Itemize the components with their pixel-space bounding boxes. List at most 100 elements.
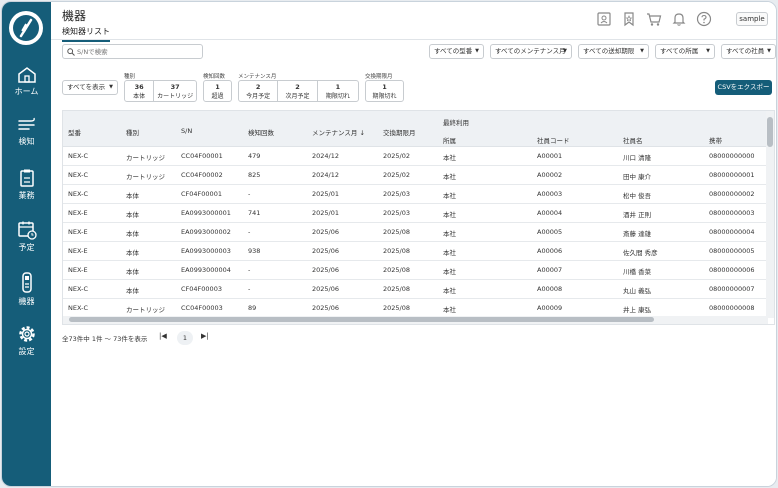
- filter-affiliation[interactable]: すべての所属 ▼: [655, 44, 715, 59]
- cell-employee-name: 田中 康介: [623, 173, 652, 181]
- cell-model: NEX-C: [68, 171, 88, 179]
- detection-icon: [17, 117, 35, 130]
- display-select[interactable]: すべてを表示 ▼: [62, 80, 118, 95]
- column-phone[interactable]: 携帯: [709, 135, 722, 145]
- filter-employee[interactable]: すべての社員 ▼: [721, 44, 776, 59]
- cell-serial: EA0993000004: [181, 266, 231, 274]
- column-employee-code[interactable]: 社員コード: [537, 135, 570, 145]
- cell-affiliation: 本社: [443, 192, 456, 200]
- sidebar-item-devices[interactable]: 機器: [2, 268, 51, 320]
- filter-model-label: すべての型番: [434, 47, 473, 55]
- cell-type: カートリッジ: [126, 173, 165, 181]
- table-row[interactable]: NEX-C カートリッジ CC04F00002 825 2024/12 2025/02 本社…: [63, 166, 768, 185]
- column-serial[interactable]: S/N: [181, 127, 192, 135]
- cell-employee-name: 川口 清隆: [623, 154, 652, 162]
- contact-card-icon[interactable]: [596, 11, 612, 27]
- type-cartridge-cell[interactable]: 37 カートリッジ: [154, 81, 196, 101]
- cell-label: 超過: [211, 93, 224, 100]
- cell-model: NEX-C: [68, 190, 88, 198]
- cell-affiliation: 本社: [443, 306, 456, 314]
- table-row[interactable]: NEX-C 本体 CF04F00003 - 2025/06 2025/08 本社 A00008…: [63, 280, 768, 299]
- scrollbar-thumb[interactable]: [767, 117, 773, 147]
- detect-exceeded-cell[interactable]: 1 超過: [204, 81, 231, 101]
- scrollbar-thumb[interactable]: [69, 317, 654, 322]
- cell-type: カートリッジ: [126, 306, 165, 314]
- sidebar-item-tasks[interactable]: 業務: [2, 164, 51, 216]
- table-row[interactable]: NEX-E 本体 EA0993000003 938 2025/06 2025/08 本社 A0…: [63, 242, 768, 261]
- column-type[interactable]: 種別: [126, 127, 139, 137]
- csv-export-button[interactable]: CSVをエクスポート: [715, 80, 772, 106]
- sidebar-item-label: 検知: [18, 137, 35, 146]
- column-employee-name[interactable]: 社員名: [623, 135, 643, 145]
- cell-label: 期限切れ: [325, 93, 350, 100]
- table-row[interactable]: NEX-C カートリッジ CC04F00001 479 2024/12 2025/02 本社…: [63, 147, 768, 166]
- bookmark-icon[interactable]: [621, 11, 637, 27]
- filter-model[interactable]: すべての型番 ▼: [429, 44, 484, 59]
- cell-model: NEX-C: [68, 152, 88, 160]
- cell-phone: 08000000005: [709, 247, 755, 255]
- caret-down-icon: ▼: [109, 84, 113, 90]
- table-row[interactable]: NEX-E 本体 EA0993000004 - 2025/06 2025/08 本社 A000…: [63, 261, 768, 280]
- user-menu-button[interactable]: sample: [736, 12, 768, 26]
- cell-type: 本体: [126, 249, 139, 257]
- detect-filter-group: 1 超過: [203, 80, 232, 102]
- cart-icon[interactable]: [646, 11, 662, 27]
- sidebar-item-home[interactable]: ホーム: [2, 62, 51, 114]
- maint-expired-cell[interactable]: 1 期限切れ: [318, 81, 358, 101]
- table-row[interactable]: NEX-E 本体 EA0993000002 - 2025/06 2025/08 本社 A000…: [63, 223, 768, 242]
- column-affiliation[interactable]: 所属: [443, 135, 456, 145]
- page-number-button[interactable]: 1: [177, 331, 193, 345]
- group-label-exchange: 交換期限月: [365, 74, 393, 80]
- cell-count: 36: [134, 83, 144, 91]
- bell-icon[interactable]: [671, 11, 687, 27]
- cell-detect-count: 938: [248, 247, 261, 255]
- table-row[interactable]: NEX-C 本体 CF04F00001 - 2025/01 2025/03 本社 A00003…: [63, 185, 768, 204]
- cell-count: 37: [170, 83, 180, 91]
- table-row[interactable]: NEX-E 本体 EA0993000001 741 2025/01 2025/03 本社 A0…: [63, 204, 768, 223]
- first-page-button[interactable]: |◀: [159, 332, 167, 340]
- cell-employee-name: 松中 俊吾: [623, 192, 652, 200]
- cell-affiliation: 本社: [443, 154, 456, 162]
- cell-employee-name: 斎藤 達雄: [623, 230, 652, 238]
- exchange-expired-cell[interactable]: 1 期限切れ: [366, 81, 403, 101]
- sidebar-item-label: 業務: [18, 191, 35, 200]
- cell-serial: CF04F00001: [181, 190, 222, 198]
- maintenance-filter-group: 2 今月予定 2 次月予定 1 期限切れ: [238, 80, 359, 102]
- filter-maintenance-month[interactable]: すべてのメンテナンス月 ▼: [490, 44, 572, 59]
- maint-this-month-cell[interactable]: 2 今月予定: [239, 81, 279, 101]
- column-exchange-month[interactable]: 交換期限月: [383, 127, 416, 137]
- column-maintenance-month[interactable]: メンテナンス月 ↓: [312, 127, 365, 137]
- sidebar-item-schedule[interactable]: 予定: [2, 216, 51, 268]
- cell-detect-count: 741: [248, 209, 261, 217]
- filter-affiliation-label: すべての所属: [660, 47, 699, 55]
- column-detect-count[interactable]: 検知回数: [248, 127, 274, 137]
- last-page-button[interactable]: ▶|: [201, 332, 209, 340]
- cell-detect-count: -: [248, 285, 251, 293]
- column-model[interactable]: 型番: [68, 127, 81, 137]
- horizontal-scrollbar[interactable]: [63, 316, 768, 324]
- cell-exchange-month: 2025/08: [383, 266, 411, 274]
- cell-serial: CC04F00002: [181, 171, 223, 179]
- sidebar-item-detection[interactable]: 検知: [2, 112, 51, 164]
- cell-employee-name: 川橋 香菜: [623, 268, 652, 276]
- cell-model: NEX-E: [68, 247, 88, 255]
- sidebar-item-settings[interactable]: 設定: [2, 320, 51, 372]
- vertical-scrollbar[interactable]: [766, 111, 774, 318]
- search-input[interactable]: [77, 46, 197, 57]
- cell-phone: 08000000008: [709, 304, 755, 312]
- cell-employee-code: A00001: [537, 152, 563, 160]
- cell-employee-code: A00004: [537, 209, 563, 217]
- cell-exchange-month: 2025/02: [383, 152, 411, 160]
- filter-return-deadline[interactable]: すべての送却期限 ▼: [578, 44, 649, 59]
- type-body-cell[interactable]: 36 本体: [125, 81, 155, 101]
- app-window: ホーム 検知 業務 予定 機器 設定 機器 検知器リスト sample S/Nで…: [1, 1, 777, 487]
- cell-label: 今月予定: [246, 93, 271, 100]
- device-table: 最終利用 型番 種別 S/N 検知回数 メンテナンス月 ↓ 交換期限月 所属 社…: [62, 110, 775, 325]
- cell-employee-code: A00005: [537, 228, 563, 236]
- cell-maintenance-month: 2025/06: [312, 228, 340, 236]
- cell-phone: 08000000004: [709, 228, 755, 236]
- maint-next-month-cell[interactable]: 2 次月予定: [278, 81, 318, 101]
- cell-model: NEX-E: [68, 228, 88, 236]
- help-icon[interactable]: [696, 11, 712, 27]
- filter-employee-label: すべての社員: [726, 47, 765, 55]
